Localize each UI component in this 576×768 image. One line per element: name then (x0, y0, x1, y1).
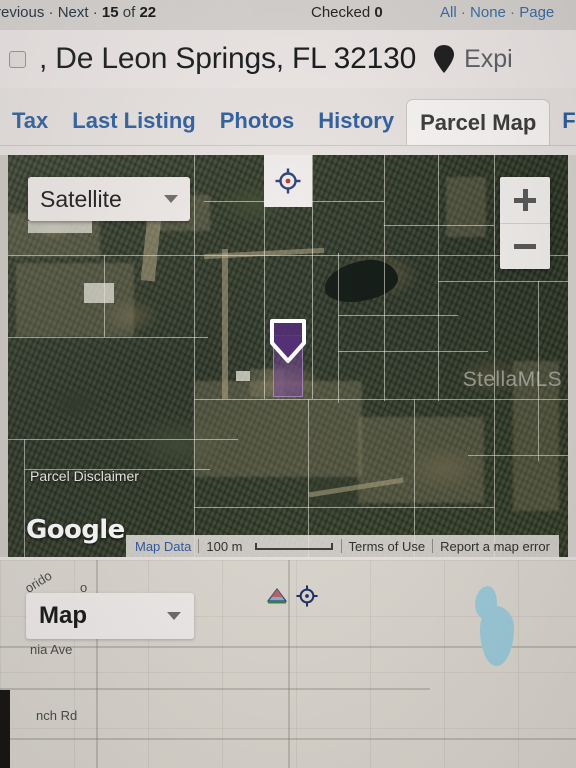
parcel-boundary-line (414, 399, 415, 557)
next-link[interactable]: Next (58, 4, 89, 21)
nav-separator-2: · (92, 4, 98, 21)
minus-icon (514, 244, 536, 249)
record-index: 15 (101, 4, 119, 21)
zoom-out-button[interactable] (500, 223, 550, 269)
parcel-boundary-line (308, 399, 309, 557)
select-all-link[interactable]: All (440, 4, 457, 21)
tab-full[interactable]: F (550, 110, 576, 144)
listing-checkbox[interactable] (9, 50, 26, 68)
parcel-boundary-line (194, 155, 195, 557)
detail-tabs: Tax Last Listing Photos History Parcel M… (0, 88, 576, 150)
parcel-boundary-line (438, 281, 568, 282)
photo-dark-edge (0, 690, 10, 768)
selection-links: All · None · Page (440, 4, 554, 21)
parcel-boundary-line (194, 507, 494, 508)
map-attribution-bar: Map Data 100 m Terms of Use Report a map… (126, 535, 559, 557)
secondary-map-label: nia Ave (30, 642, 73, 657)
checked-counter: Checked 0 (311, 4, 383, 21)
results-navigation-bar: Previous · Next · 15 of 22 Checked 0 All… (0, 0, 576, 30)
secondary-map-road (0, 688, 430, 690)
map-right-edge (568, 155, 576, 557)
map-scale-bar (254, 542, 333, 550)
tab-underline (0, 145, 576, 146)
parcel-boundary-line (338, 253, 339, 403)
tab-row: Tax Last Listing Photos History Parcel M… (0, 88, 576, 145)
screenshot-root: Previous · Next · 15 of 22 Checked 0 All… (0, 0, 576, 768)
parcel-boundary-line (384, 225, 494, 226)
map-building (236, 371, 250, 381)
map-zoom-controls (500, 177, 550, 269)
tab-parcel-map[interactable]: Parcel Map (406, 99, 551, 145)
parcel-boundary-line (338, 315, 458, 316)
secondary-map-tools (266, 585, 318, 612)
map-scale-label: 100 m (206, 538, 243, 554)
select-none-link[interactable]: None (470, 4, 506, 21)
tab-last-listing[interactable]: Last Listing (60, 110, 207, 144)
plus-icon-vertical (522, 189, 528, 211)
stellamls-watermark: StellaMLS (462, 368, 562, 391)
parcel-boundary-line (8, 337, 208, 338)
map-type-selector[interactable]: Satellite (28, 177, 190, 221)
secondary-map-label: nch Rd (36, 708, 78, 723)
selection-separator-2: · (510, 4, 516, 21)
map-field-patch (358, 417, 484, 503)
secondary-map-type-selector[interactable]: Map (26, 593, 194, 639)
map-scale: 100 m (199, 539, 249, 554)
secondary-map-road (0, 738, 576, 740)
checked-count: 0 (374, 4, 383, 21)
parcel-boundary-line (194, 399, 568, 400)
parcel-boundary-line (8, 255, 568, 256)
parcel-disclaimer-link[interactable]: Parcel Disclaimer (30, 468, 139, 484)
parcel-pin-icon[interactable] (266, 315, 310, 365)
chevron-down-icon (167, 612, 181, 620)
parcel-boundary-line (8, 439, 238, 440)
record-navigation: Previous · Next · 15 of 22 (0, 4, 156, 21)
map-field-patch (16, 263, 134, 337)
parcel-boundary-line (104, 255, 105, 337)
record-of-label: of (122, 4, 136, 21)
secondary-map-type-value: Map (39, 602, 87, 629)
nav-separator-1: · (48, 4, 54, 21)
chevron-down-icon (164, 195, 178, 203)
map-field-patch (446, 177, 486, 237)
parcel-boundary-line (494, 155, 495, 557)
crosshair-icon[interactable] (296, 585, 318, 612)
parcel-boundary-line (312, 155, 313, 399)
listing-status: Expi (464, 44, 513, 73)
map-building (84, 283, 114, 303)
tab-history[interactable]: History (306, 110, 406, 144)
record-total: 22 (139, 4, 157, 21)
map-left-edge (0, 155, 8, 557)
google-logo: Google (26, 515, 125, 545)
tab-tax[interactable]: Tax (0, 110, 60, 144)
selection-separator-1: · (460, 4, 466, 21)
tab-photos[interactable]: Photos (208, 110, 307, 144)
map-building (28, 221, 92, 233)
previous-link[interactable]: Previous (0, 4, 44, 21)
parcel-map-canvas[interactable]: Satellite Parcel Disclaimer StellaMLS Go… (8, 155, 568, 557)
parcel-boundary-line (468, 455, 568, 456)
report-map-error-link[interactable]: Report a map error (433, 539, 557, 554)
parcel-boundary-line (338, 351, 488, 352)
map-type-value: Satellite (40, 185, 122, 212)
select-page-link[interactable]: Page (519, 4, 554, 21)
parcel-boundary-line (384, 155, 385, 401)
map-layers-icon[interactable] (266, 586, 288, 611)
map-dirt-road (222, 249, 228, 399)
checked-label: Checked (311, 4, 371, 21)
secondary-map-road (96, 560, 98, 768)
map-center-crosshair-tile[interactable] (264, 155, 312, 207)
crosshair-icon (275, 168, 301, 194)
listing-header: , De Leon Springs, FL 32130 Expi (0, 30, 576, 88)
parcel-boundary-line (24, 439, 25, 557)
zoom-in-button[interactable] (500, 177, 550, 223)
terms-of-use-link[interactable]: Terms of Use (342, 539, 433, 554)
parcel-boundary-line (438, 155, 439, 401)
map-data-link[interactable]: Map Data (128, 539, 198, 554)
listing-address: , De Leon Springs, FL 32130 (39, 42, 417, 75)
map-pin-icon (432, 44, 456, 74)
